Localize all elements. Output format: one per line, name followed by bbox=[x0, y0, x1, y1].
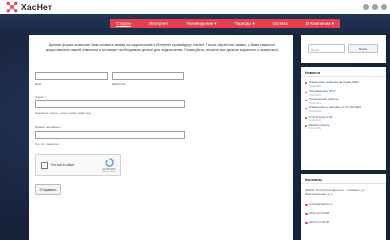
news-item-date: 12.01.2022 bbox=[309, 119, 321, 123]
nav-item-tariffs[interactable]: Тарифы ▾ bbox=[235, 21, 255, 27]
recaptcha-terms[interactable]: Privacy - Terms bbox=[102, 171, 116, 173]
recaptcha-badge: reCAPTCHA Privacy - Terms bbox=[102, 158, 116, 173]
address-label: Адрес * bbox=[35, 95, 46, 99]
recaptcha-widget: I'm not a robot reCAPTCHA Privacy - Term… bbox=[35, 154, 121, 176]
contact-address: 368000, Республика Дагестан, г. Хасавюрт… bbox=[305, 188, 366, 196]
recaptcha-label: I'm not a robot bbox=[51, 163, 74, 167]
whatsapp-icon[interactable] bbox=[381, 4, 387, 10]
connection-form-panel: Данная форма позволяет Вам оставить заяв… bbox=[29, 35, 293, 240]
first-name-label: Имя bbox=[35, 82, 42, 86]
contacts-title: Контакты bbox=[301, 174, 386, 184]
news-item-date: 08.05.2022 bbox=[309, 84, 321, 88]
contact-phone-1[interactable]: (000) 44-44-888 bbox=[305, 211, 329, 216]
nav-item-tv[interactable]: Телевидение ▾ bbox=[186, 21, 216, 27]
news-item-date: 30.12.2021 bbox=[309, 127, 321, 131]
vk-icon[interactable] bbox=[363, 4, 369, 10]
phone-label: Номер телефона * bbox=[35, 125, 62, 129]
address-hint: Название улицы, номер дома, квартиры bbox=[35, 111, 92, 115]
phone-char-counter: 0 из 11 символов bbox=[35, 142, 59, 146]
submit-button[interactable]: Отправить bbox=[35, 184, 61, 195]
main-nav: Старое Интернет Телевидение ▾ Тарифы ▾ О… bbox=[110, 19, 340, 28]
phone-icon bbox=[305, 221, 308, 225]
sidebar-search-panel: Поиск Поиск bbox=[301, 35, 386, 63]
news-title: Новости bbox=[301, 67, 386, 77]
nav-item-home[interactable]: Старое bbox=[116, 21, 131, 26]
sidebar-contacts-panel: Контакты 368000, Республика Дагестан, г.… bbox=[301, 174, 386, 240]
hasnet-logo-icon[interactable] bbox=[6, 1, 18, 13]
news-list: Изменение графика на 9 мая 2022 08.05.20… bbox=[305, 80, 384, 132]
search-button[interactable]: Поиск bbox=[348, 44, 378, 53]
email-icon bbox=[305, 203, 308, 207]
contact-phone-2[interactable]: (000) 077-00-00 bbox=[305, 220, 329, 225]
site-header: ХасНет bbox=[0, 0, 390, 14]
last-name-input[interactable] bbox=[112, 72, 184, 80]
contact-email[interactable]: contact@hasnet.ru bbox=[305, 202, 333, 207]
nav-item-internet[interactable]: Интернет bbox=[149, 21, 168, 26]
news-item-date: 20.01.2022 bbox=[309, 109, 321, 113]
first-name-input[interactable] bbox=[35, 72, 108, 80]
recaptcha-icon bbox=[104, 158, 114, 167]
brand-name[interactable]: ХасНет bbox=[21, 2, 52, 12]
nav-item-about[interactable]: О Компании ▾ bbox=[306, 21, 334, 27]
last-name-label: Фамилия bbox=[112, 82, 126, 86]
phone-icon bbox=[305, 212, 308, 216]
phone-input[interactable] bbox=[35, 131, 185, 139]
recaptcha-checkbox[interactable] bbox=[41, 162, 48, 169]
search-input[interactable]: Поиск bbox=[308, 44, 345, 53]
odnoklassniki-icon[interactable] bbox=[372, 4, 378, 10]
nav-item-payment[interactable]: Оплата bbox=[273, 21, 288, 26]
news-item[interactable]: Режим работы 30.12.2021 bbox=[305, 123, 384, 132]
sidebar-news-panel: Новости Изменение графика на 9 мая 2022 … bbox=[301, 67, 386, 170]
address-input[interactable] bbox=[35, 100, 185, 108]
form-intro-text: Данная форма позволяет Вам оставить заяв… bbox=[45, 43, 279, 52]
